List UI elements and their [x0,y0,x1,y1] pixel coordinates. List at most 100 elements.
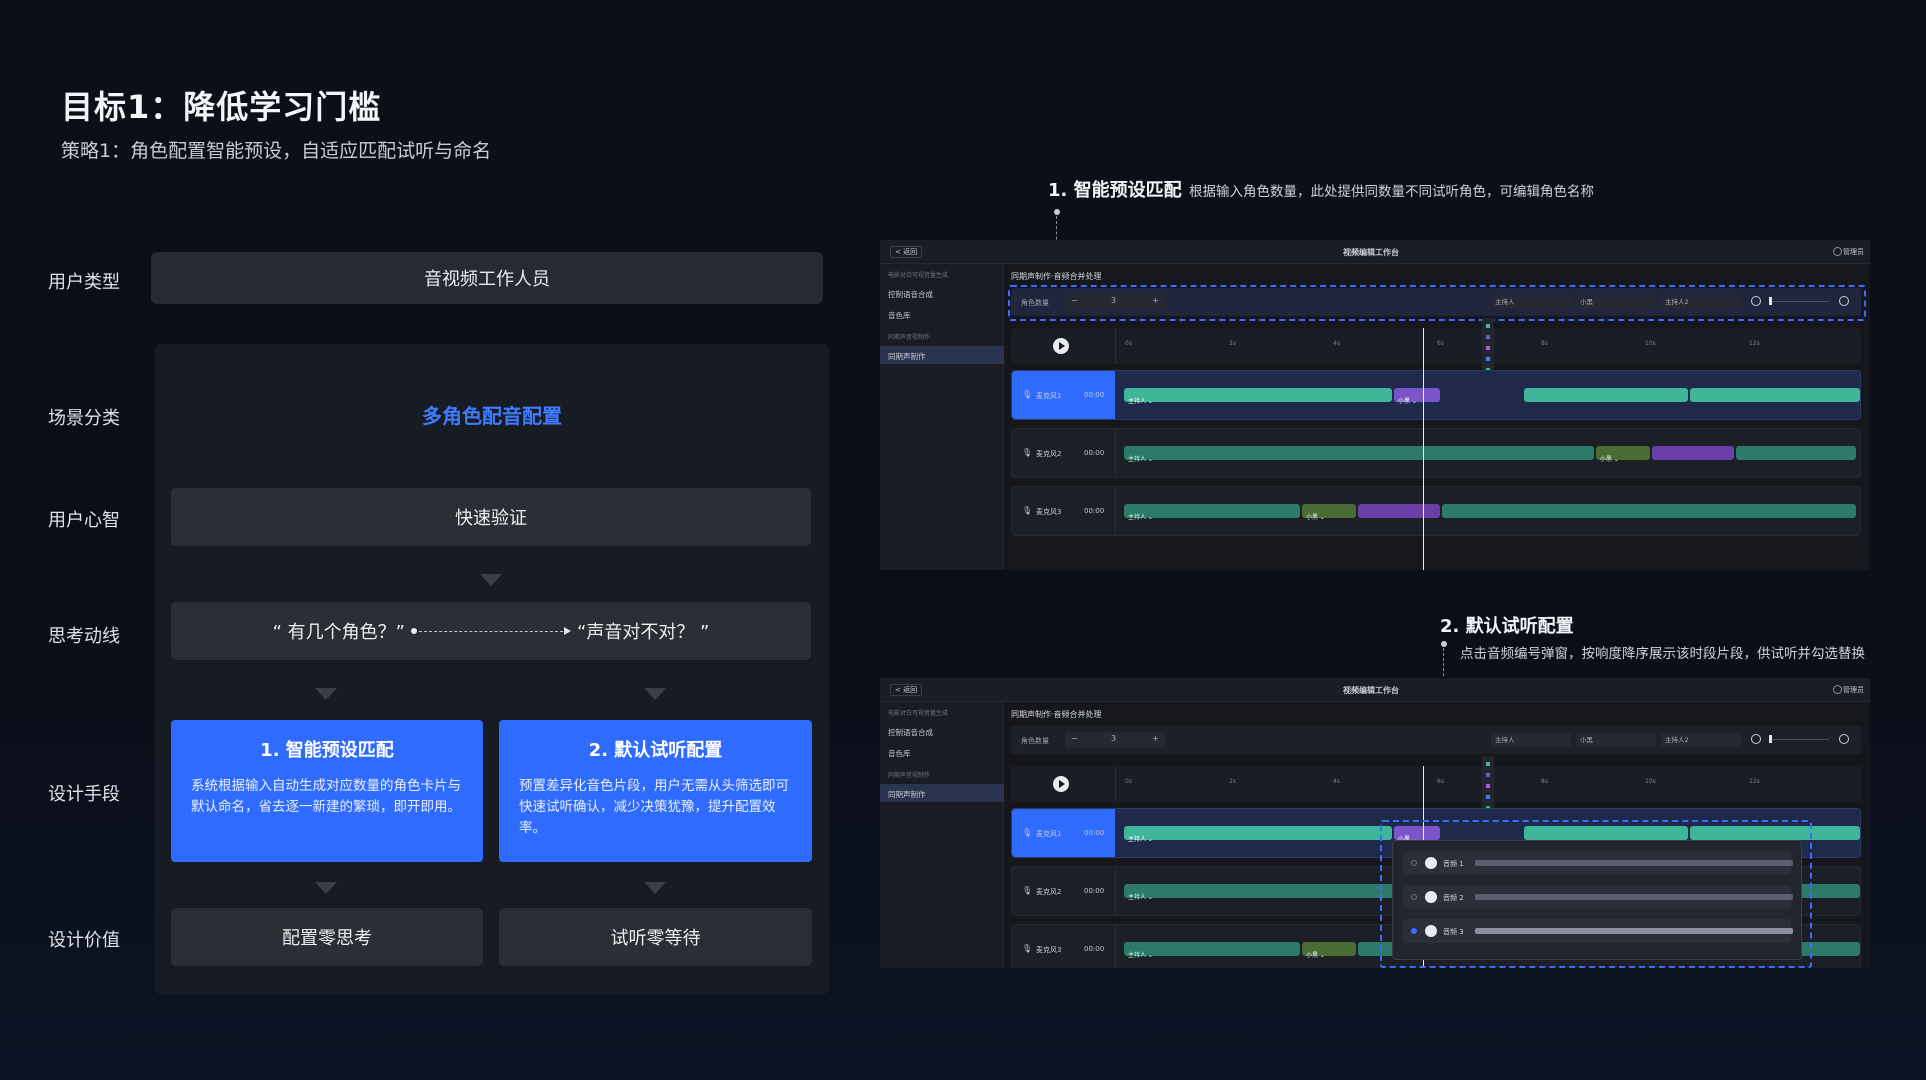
track-name: 麦克风1 [1036,392,1062,400]
track-label: 🎙 麦克风3 00:00 [1012,925,1116,968]
sidebar-item-voices[interactable]: 音色库 [888,748,911,759]
mic-icon: 🎙 [1022,886,1033,895]
zoom-slider[interactable] [1769,739,1829,740]
play-icon[interactable] [1425,857,1437,869]
audio-option-label: 音频 2 [1443,894,1464,902]
timeline-ruler[interactable]: 0s 2s 4s 6s 8s 10s 12s [1011,328,1861,364]
mind-box: 快速验证 [171,488,811,546]
back-button[interactable]: < 返回 [890,246,923,258]
play-icon[interactable] [1053,776,1069,792]
track-name: 麦克风2 [1036,888,1062,896]
breadcrumb: 同期声制作·音频合并处理 [1011,710,1102,719]
role-count-value: 3 [1111,734,1117,743]
track-label: 🎙 麦克风2 00:00 [1012,429,1116,477]
arrow-down-icon [644,882,666,894]
plus-icon[interactable]: + [1152,734,1159,743]
swatch [1486,324,1490,328]
radio-checked-icon[interactable] [1411,928,1417,934]
play-icon[interactable] [1425,925,1437,937]
time-tick: 4s [1333,778,1340,785]
label-user-type: 用户类型 [48,272,120,293]
user-label[interactable]: 管理员 [1843,247,1864,257]
label-mind: 用户心智 [48,510,120,531]
audio-segment[interactable]: 主持人 ⌄ [1124,942,1300,959]
audio-segment[interactable]: 主持人 ⌄ [1124,826,1392,843]
audio-option-label: 音频 3 [1443,928,1464,936]
user-label[interactable]: 管理员 [1843,685,1864,695]
minus-icon[interactable]: − [1071,734,1078,743]
waveform-bar [1475,928,1793,934]
radio-icon[interactable] [1411,894,1417,900]
app-window-title: 视频编辑工作台 [1343,248,1399,257]
playhead[interactable] [1423,328,1424,570]
track-name: 麦克风3 [1036,946,1062,954]
sidebar-item-synthesis[interactable]: 控制语音合成 [888,727,933,738]
track-time: 00:00 [1084,945,1105,953]
means-card-1: 1. 智能预设匹配 系统根据输入自动生成对应数量的角色卡片与默认命名，省去逐一新… [171,720,483,862]
radio-icon[interactable] [1411,860,1417,866]
thinking-q1: “ 有几个角色？” [272,622,405,643]
sidebar-item-synthesis[interactable]: 控制语音合成 [888,289,933,300]
means-card-2-title: 2. 默认试听配置 [588,740,723,761]
zoom-out-icon[interactable] [1839,734,1849,744]
swatch [1486,335,1490,339]
back-button[interactable]: < 返回 [890,684,923,696]
dashed-arrow-icon [411,626,571,636]
play-icon[interactable] [1425,891,1437,903]
track-time: 00:00 [1084,391,1105,399]
track-time: 00:00 [1084,887,1105,895]
page-subtitle: 策略1：角色配置智能预设，自适应匹配试听与命名 [61,140,492,162]
audio-segment[interactable]: 小黑 ⌄ [1302,504,1356,521]
audio-picker-popup: 音频 1 音频 2 音频 3 [1392,840,1802,960]
waveform-bar [1475,894,1793,900]
label-value: 设计价值 [48,930,120,951]
play-icon[interactable] [1053,338,1069,354]
mic-icon: 🎙 [1022,390,1033,399]
audio-segment[interactable]: 小黑 ⌄ [1394,388,1440,405]
role-count-stepper[interactable]: − 3 + [1065,732,1165,748]
audio-option[interactable]: 音频 1 [1403,851,1793,875]
user-avatar-icon [1833,247,1842,256]
role-chip-xiaohei[interactable]: 小黑 [1576,733,1656,747]
audio-segment[interactable] [1652,446,1734,460]
time-tick: 8s [1541,340,1548,347]
track-row[interactable]: 🎙 麦克风2 00:00 主持人 ⌄ 小黑 ⌄ [1011,428,1861,478]
mic-icon: 🎙 [1022,506,1033,515]
audio-segment[interactable]: 主持人 ⌄ [1124,446,1594,463]
zoom-slider-handle[interactable] [1769,735,1772,743]
audio-segment[interactable] [1690,388,1860,402]
role-count-label: 角色数量 [1021,737,1049,745]
arrow-down-icon [480,574,502,586]
label-scene: 场景分类 [48,408,120,429]
audio-option[interactable]: 音频 2 [1403,885,1793,909]
time-tick: 0s [1125,340,1132,347]
audio-segment[interactable]: 主持人 ⌄ [1124,504,1300,521]
time-tick: 0s [1125,778,1132,785]
means-card-2: 2. 默认试听配置 预置差异化音色片段，用户无需从头筛选即可快速试听确认，减少决… [499,720,812,862]
audio-segment[interactable] [1736,446,1856,460]
sidebar-item-sync[interactable]: 同期声制作 [888,351,926,362]
audio-option[interactable]: 音频 3 [1403,919,1793,943]
audio-option-label: 音频 1 [1443,860,1464,868]
sidebar-group: 电影对白可视音量生成 [888,272,949,279]
track-row[interactable]: 🎙 麦克风1 00:00 主持人 ⌄ 小黑 ⌄ [1011,370,1861,420]
sidebar-group: 同期声音视制作 [888,772,931,779]
track-row[interactable]: 🎙 麦克风3 00:00 主持人 ⌄ 小黑 ⌄ [1011,486,1861,536]
mic-icon: 🎙 [1022,448,1033,457]
audio-segment[interactable] [1358,504,1440,518]
sidebar-item-sync[interactable]: 同期声制作 [888,789,926,800]
sidebar-item-voices[interactable]: 音色库 [888,310,911,321]
audio-segment[interactable]: 主持人 ⌄ [1124,388,1392,405]
flow-panel [155,344,829,994]
role-chip-host[interactable]: 主持人 [1491,733,1571,747]
role-chip-host2[interactable]: 主持人2 [1661,733,1741,747]
zoom-in-icon[interactable] [1751,734,1761,744]
audio-segment[interactable]: 小黑 ⌄ [1302,942,1356,959]
time-tick: 6s [1437,340,1444,347]
audio-segment[interactable]: 小黑 ⌄ [1596,446,1650,463]
swatch [1486,773,1490,777]
timeline-ruler[interactable]: 0s 2s 4s 6s 8s 10s 12s [1011,766,1861,802]
audio-segment[interactable] [1442,504,1856,518]
audio-segment[interactable] [1524,388,1688,402]
value-box-2: 试听零等待 [499,908,812,966]
